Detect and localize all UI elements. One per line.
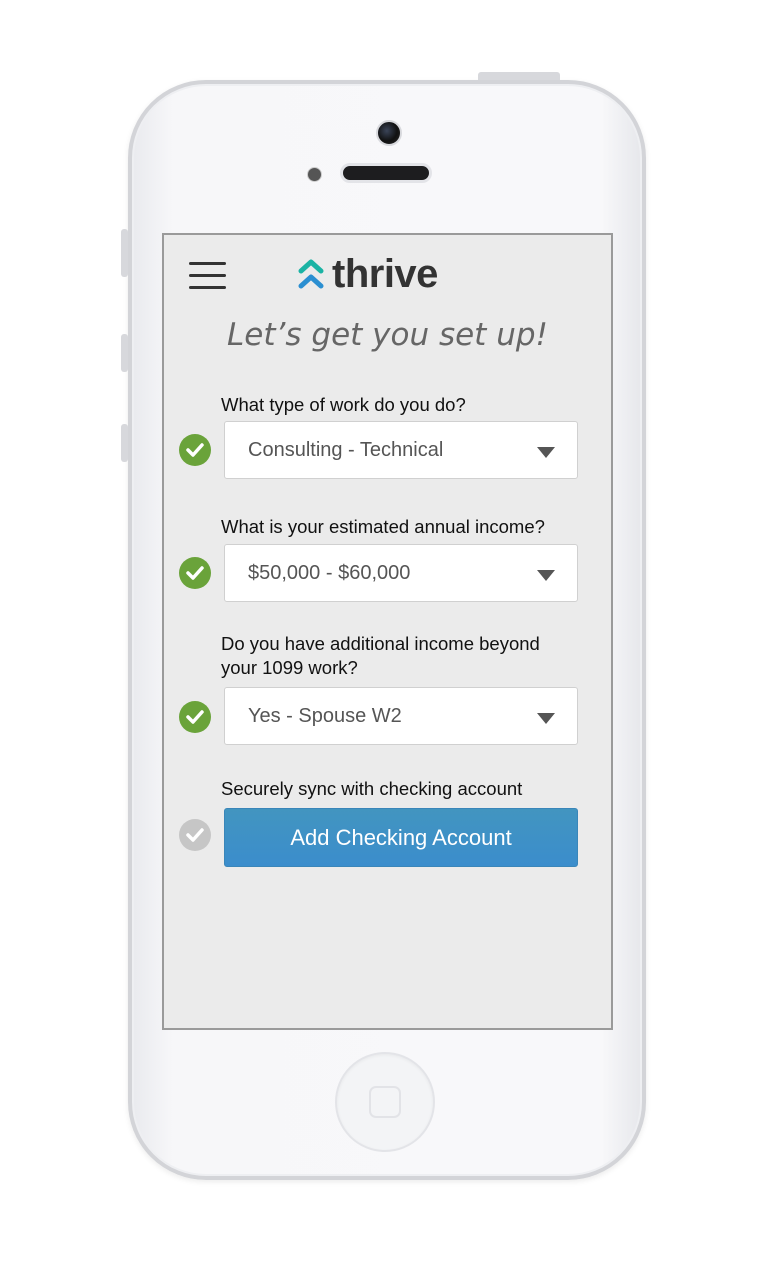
caret-down-icon [537, 570, 555, 581]
check-circle-icon [179, 819, 211, 851]
income-select[interactable]: $50,000 - $60,000 [224, 544, 578, 602]
home-square-icon [369, 1086, 401, 1118]
mute-switch [121, 229, 128, 277]
question-income-label: What is your estimated annual income? [221, 516, 545, 537]
work-type-select[interactable]: Consulting - Technical [224, 421, 578, 479]
power-button [478, 72, 560, 80]
question-additional-income-label: Do you have additional income beyond you… [221, 632, 540, 680]
app-screen: thrive Let’s get you set up! What type o… [162, 233, 613, 1030]
volume-up-button [121, 334, 128, 372]
page-title: Let’s get you set up! [227, 317, 548, 353]
hamburger-menu-icon[interactable] [189, 262, 227, 290]
volume-down-button [121, 424, 128, 462]
chevron-up-logo-icon [298, 259, 324, 289]
caret-down-icon [537, 713, 555, 724]
check-circle-icon [179, 701, 211, 733]
income-value: $50,000 - $60,000 [248, 562, 411, 584]
home-button[interactable] [335, 1052, 435, 1152]
check-circle-icon [179, 557, 211, 589]
proximity-sensor [307, 167, 322, 182]
work-type-value: Consulting - Technical [248, 439, 444, 461]
additional-income-value: Yes - Spouse W2 [248, 705, 402, 727]
question-additional-income-line1: Do you have additional income beyond [221, 633, 540, 654]
question-additional-income-line2: your 1099 work? [221, 657, 358, 678]
caret-down-icon [537, 447, 555, 458]
additional-income-select[interactable]: Yes - Spouse W2 [224, 687, 578, 745]
app-name: thrive [332, 251, 438, 296]
earpiece-speaker [340, 163, 432, 183]
check-circle-icon [179, 434, 211, 466]
sync-label: Securely sync with checking account [221, 778, 523, 799]
question-work-type-label: What type of work do you do? [221, 394, 466, 415]
thrive-logo: thrive [296, 251, 438, 297]
front-camera [376, 120, 402, 146]
add-checking-account-button[interactable]: Add Checking Account [224, 808, 578, 867]
